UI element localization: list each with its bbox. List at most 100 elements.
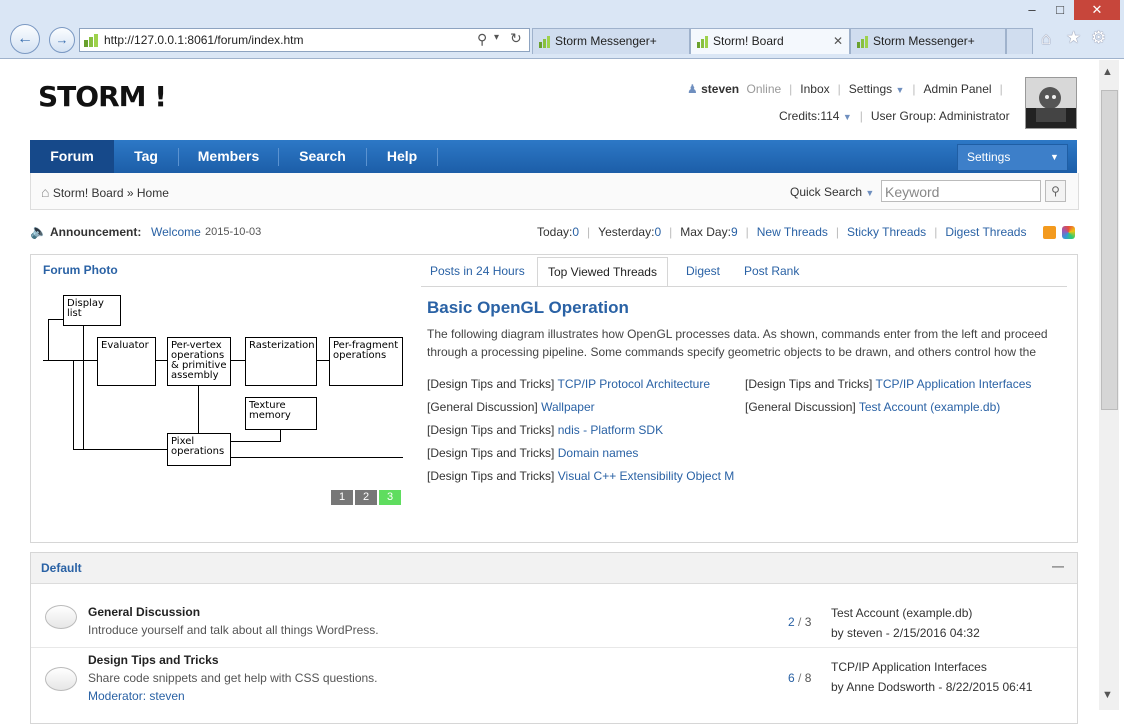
thread-item: [Design Tips and Tricks] TCP/IP Protocol… <box>427 377 710 391</box>
tab-posts-24h[interactable]: Posts in 24 Hours <box>430 257 525 285</box>
tab-title: Storm! Board <box>713 34 784 48</box>
thread-category: [Design Tips and Tricks] <box>427 423 555 437</box>
thread-link[interactable]: TCP/IP Application Interfaces <box>876 377 1032 391</box>
nav-members[interactable]: Members <box>179 140 278 173</box>
browser-tab-1[interactable]: Storm Messenger+ <box>532 28 690 54</box>
dropdown-chevron-icon[interactable]: ▾ <box>494 32 499 43</box>
home-icon[interactable]: ⌂ <box>1041 29 1051 49</box>
last-post: TCP/IP Application Interfaces by Anne Do… <box>831 657 1032 697</box>
close-tab-icon[interactable]: ✕ <box>833 29 843 54</box>
moderator-label: Moderator: <box>88 689 147 703</box>
tab-divider <box>421 286 1067 287</box>
thread-item: [Design Tips and Tricks] TCP/IP Applicat… <box>745 377 1031 391</box>
forum-stats: 2 / 3 <box>788 615 812 629</box>
site-favicon-icon <box>857 36 868 48</box>
diagram-evaluator: Evaluator <box>97 337 156 386</box>
close-window-button[interactable]: ✕ <box>1074 0 1120 20</box>
today-label: Today: <box>537 225 573 239</box>
browser-tab-2[interactable]: Storm! Board ✕ <box>690 28 850 54</box>
diagram-line <box>48 319 63 320</box>
nav-search[interactable]: Search <box>279 140 366 173</box>
forum-name[interactable]: Design Tips and Tricks <box>88 653 219 667</box>
thread-link[interactable]: Test Account (example.db) <box>859 400 1000 414</box>
forum-name[interactable]: General Discussion <box>88 605 200 619</box>
forward-arrow-icon[interactable]: → <box>49 27 75 53</box>
thread-item: [General Discussion] Wallpaper <box>427 400 595 414</box>
new-threads-link[interactable]: New Threads <box>757 225 828 239</box>
minimize-button[interactable]: – <box>1018 0 1046 20</box>
scroll-up-icon[interactable]: ▲ <box>1102 66 1113 78</box>
scroll-down-icon[interactable]: ▼ <box>1102 689 1113 701</box>
chevron-down-icon: ▼ <box>1050 152 1059 162</box>
page-1-button[interactable]: 1 <box>331 490 353 505</box>
thread-link[interactable]: Domain names <box>558 446 639 460</box>
admin-panel-link[interactable]: Admin Panel <box>924 82 992 96</box>
breadcrumb-separator: » <box>126 186 134 200</box>
chevron-down-icon[interactable]: ▼ <box>843 112 852 122</box>
nav-help[interactable]: Help <box>367 140 437 173</box>
rss-icon[interactable] <box>1043 226 1056 239</box>
refresh-icon[interactable]: ↻ <box>510 30 522 47</box>
diagram-line <box>231 360 245 361</box>
forum-section-title[interactable]: Default <box>41 561 82 575</box>
diagram-rasterization: Rasterization <box>245 337 317 386</box>
nav-forum[interactable]: Forum <box>30 140 114 173</box>
tab-title: Storm Messenger+ <box>555 34 657 48</box>
diagram-line <box>48 319 49 361</box>
color-theme-icon[interactable] <box>1062 226 1075 239</box>
thread-link[interactable]: Wallpaper <box>541 400 595 414</box>
avatar-image <box>1026 78 1076 128</box>
last-post-title[interactable]: Test Account (example.db) <box>831 603 980 623</box>
address-bar[interactable]: http://127.0.0.1:8061/forum/index.htm ⚲ … <box>79 28 530 52</box>
new-tab-button[interactable] <box>1006 28 1033 54</box>
settings-link[interactable]: Settings <box>849 82 892 96</box>
last-post-meta: by Anne Dodsworth - 8/22/2015 06:41 <box>831 680 1033 694</box>
home-icon[interactable]: ⌂ <box>41 184 49 200</box>
gear-icon[interactable]: ⚙ <box>1091 28 1106 48</box>
announcement-link[interactable]: Welcome <box>151 225 201 239</box>
thread-count: 6 <box>788 671 795 685</box>
moderator-link[interactable]: steven <box>149 689 184 703</box>
back-arrow-icon[interactable]: ← <box>10 24 40 54</box>
opengl-diagram[interactable]: Display list Evaluator Per-vertex operat… <box>43 291 403 481</box>
last-post-title[interactable]: TCP/IP Application Interfaces <box>831 657 1032 677</box>
scrollbar-thumb[interactable] <box>1101 90 1118 410</box>
username-link[interactable]: steven <box>701 82 739 96</box>
article-title[interactable]: Basic OpenGL Operation <box>427 298 629 318</box>
keyword-input[interactable]: Keyword <box>881 180 1041 202</box>
diagram-line <box>280 430 281 442</box>
tab-post-rank[interactable]: Post Rank <box>744 257 799 285</box>
thread-link[interactable]: ndis - Platform SDK <box>558 423 663 437</box>
thread-item: [General Discussion] Test Account (examp… <box>745 400 1000 414</box>
collapse-icon[interactable]: — <box>1052 559 1064 573</box>
breadcrumb-root[interactable]: Storm! Board <box>53 186 124 200</box>
search-icon[interactable]: ⚲ <box>1045 180 1066 202</box>
tab-digest[interactable]: Digest <box>686 257 720 285</box>
post-count: 3 <box>804 615 812 629</box>
megaphone-icon: 🔈 <box>30 223 48 239</box>
settings-dropdown[interactable]: Settings ▼ <box>957 144 1068 171</box>
breadcrumb: ⌂ Storm! Board » Home <box>41 184 169 200</box>
sticky-threads-link[interactable]: Sticky Threads <box>847 225 926 239</box>
page-2-button[interactable]: 2 <box>355 490 377 505</box>
diagram-display-list: Display list <box>63 295 121 326</box>
tab-top-viewed[interactable]: Top Viewed Threads <box>537 257 668 287</box>
site-logo[interactable]: STORM ! <box>38 80 167 113</box>
credits-value[interactable]: 114 <box>820 109 839 123</box>
page-3-button[interactable]: 3 <box>379 490 401 505</box>
quick-search-dropdown[interactable]: Quick Search ▼ <box>790 185 874 199</box>
browser-tab-3[interactable]: Storm Messenger+ <box>850 28 1006 54</box>
user-group: User Group: Administrator <box>870 109 1010 123</box>
digest-threads-link[interactable]: Digest Threads <box>945 225 1026 239</box>
diagram-line <box>73 449 167 450</box>
favorites-star-icon[interactable]: ★ <box>1066 28 1081 48</box>
thread-link[interactable]: Visual C++ Extensibility Object M <box>558 469 735 483</box>
inbox-link[interactable]: Inbox <box>800 82 829 96</box>
maximize-button[interactable]: □ <box>1046 0 1074 20</box>
moderator-line: Moderator: steven <box>88 689 185 703</box>
nav-tag[interactable]: Tag <box>114 140 178 173</box>
avatar[interactable] <box>1025 77 1077 129</box>
search-icon[interactable]: ⚲ <box>477 31 487 48</box>
thread-link[interactable]: TCP/IP Protocol Architecture <box>558 377 711 391</box>
thread-count: 2 <box>788 615 795 629</box>
